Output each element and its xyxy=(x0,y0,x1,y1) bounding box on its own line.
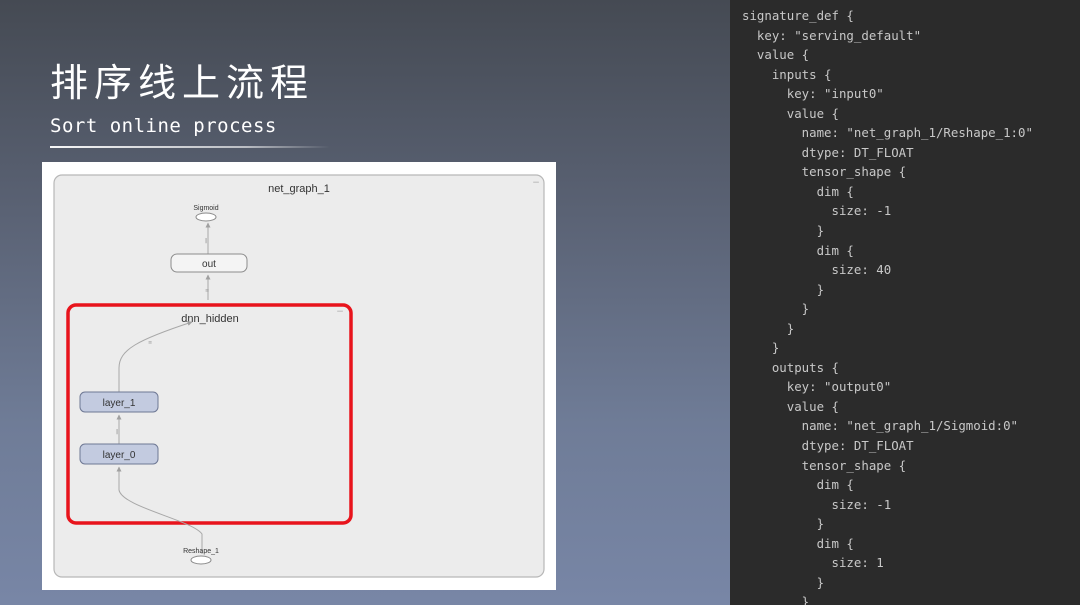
code-line: size: -1 xyxy=(742,203,892,219)
layer-0-label: layer_0 xyxy=(103,450,136,461)
title-divider xyxy=(50,146,330,148)
code-line: } xyxy=(742,301,810,317)
code-line: } xyxy=(742,340,780,356)
code-line: dim { xyxy=(742,183,854,199)
slide-title: 排序线上流程 xyxy=(50,61,315,105)
code-line: signature_def { xyxy=(742,8,854,23)
code-line: tensor_shape { xyxy=(742,457,907,473)
code-line: key: "output0" xyxy=(742,379,892,395)
edge-tick: ‖ xyxy=(205,238,208,244)
code-line: value { xyxy=(742,47,810,63)
group-collapse-icon[interactable]: − xyxy=(532,178,540,188)
code-line: inputs { xyxy=(742,66,832,82)
layer-1-label: layer_1 xyxy=(103,398,136,409)
code-line: } xyxy=(742,516,825,532)
code-line: dtype: DT_FLOAT xyxy=(742,438,914,454)
code-line: value { xyxy=(742,105,839,121)
slide-subtitle: Sort online process xyxy=(50,115,277,137)
code-line: dim { xyxy=(742,477,854,493)
net-graph-label: net_graph_1 xyxy=(268,183,330,195)
code-line: tensor_shape { xyxy=(742,164,907,180)
code-line: dim { xyxy=(742,535,854,551)
code-line: name: "net_graph_1/Sigmoid:0" xyxy=(742,418,1019,434)
edge-tick: ‖ xyxy=(116,429,119,435)
code-line: } xyxy=(742,320,795,336)
graph-panel: net_graph_1 − Sigmoid ‖ out ≡ dnn_hidden… xyxy=(42,162,556,590)
reshape-1-node[interactable] xyxy=(190,555,212,565)
code-line: dtype: DT_FLOAT xyxy=(742,144,914,160)
code-line: key: "serving_default" xyxy=(742,27,922,43)
code-panel: signature_def { key: "serving_default" v… xyxy=(730,0,1080,605)
dnn-hidden-group[interactable] xyxy=(66,303,353,525)
code-line: } xyxy=(742,574,825,590)
code-line: name: "net_graph_1/Reshape_1:0" xyxy=(742,125,1033,141)
edge-tick: ≡ xyxy=(205,288,209,294)
computation-graph: net_graph_1 − Sigmoid ‖ out ≡ dnn_hidden… xyxy=(53,174,545,578)
code-line: size: -1 xyxy=(742,496,892,512)
code-line: outputs { xyxy=(742,359,839,375)
edge-tick: ≡ xyxy=(148,340,152,346)
code-line: } xyxy=(742,594,810,605)
sigmoid-node[interactable] xyxy=(195,212,217,222)
out-node-label: out xyxy=(202,259,216,270)
code-line: key: "input0" xyxy=(742,86,884,102)
code-line: } xyxy=(742,281,825,297)
code-line: size: 1 xyxy=(742,555,884,571)
code-line: } xyxy=(742,223,825,239)
sigmoid-label: Sigmoid xyxy=(193,205,218,212)
subgroup-collapse-icon[interactable]: − xyxy=(336,307,344,317)
code-line: dim { xyxy=(742,242,854,258)
signature-def-code: signature_def { key: "serving_default" v… xyxy=(730,0,1080,605)
code-line: size: 40 xyxy=(742,262,892,278)
code-line: value { xyxy=(742,398,839,414)
reshape-1-label: Reshape_1 xyxy=(183,548,219,555)
